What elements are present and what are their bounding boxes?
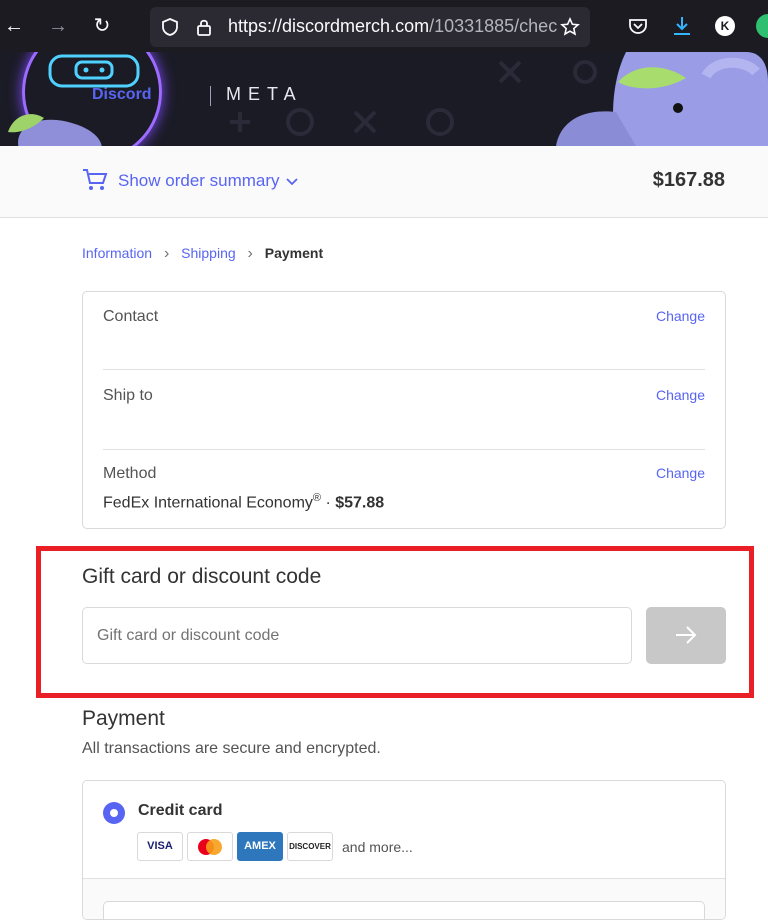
ship-to-label: Ship to: [103, 387, 153, 404]
card-number-field[interactable]: [103, 901, 705, 919]
credit-card-label[interactable]: Credit card: [138, 802, 222, 820]
divider: [103, 449, 705, 450]
method-separator: ·: [321, 494, 336, 512]
plush-left-image: [8, 114, 102, 146]
url-path: /10331885/checko: [429, 16, 558, 36]
address-bar[interactable]: https://discordmerch.com/10331885/checko: [150, 7, 590, 47]
payment-methods-box: Credit card VISA AMEX DISCOVER and more.…: [82, 780, 726, 920]
method-row: Method Change FedEx International Econom…: [103, 465, 705, 515]
shipping-method-value: FedEx International Economy® · $57.88: [103, 492, 384, 512]
profile-avatar[interactable]: K: [715, 16, 735, 36]
partner-logo: META: [226, 84, 303, 104]
chevron-down-icon: [286, 177, 298, 185]
visa-logo-icon: VISA: [137, 832, 183, 861]
shipping-method-name: FedEx International Economy: [103, 494, 313, 512]
change-method-link[interactable]: Change: [656, 465, 705, 481]
plush-right-image: [556, 52, 768, 146]
and-more-label: and more...: [342, 839, 413, 855]
cart-icon[interactable]: [82, 168, 108, 192]
back-icon[interactable]: ←: [0, 12, 28, 40]
breadcrumb-information[interactable]: Information: [82, 245, 152, 261]
store-banner: Discord META: [0, 52, 768, 146]
mastercard-circles: [198, 839, 222, 855]
order-summary-bar: Show order summary $167.88: [0, 146, 768, 218]
divider: [103, 369, 705, 370]
gift-card-heading: Gift card or discount code: [82, 565, 322, 588]
logo-divider: [210, 86, 211, 106]
credit-card-radio[interactable]: [103, 802, 125, 824]
arrow-right-icon: [676, 626, 697, 644]
registered-mark: ®: [312, 492, 321, 504]
shield-icon[interactable]: [160, 17, 180, 37]
mastercard-logo-icon: [187, 832, 233, 861]
url-text: https://discordmerch.com/10331885/checko: [228, 16, 558, 37]
bookmark-star-icon[interactable]: [560, 17, 580, 37]
contact-row: Contact Change: [103, 308, 705, 358]
change-ship-to-link[interactable]: Change: [656, 387, 705, 403]
discover-logo-icon: DISCOVER: [287, 832, 333, 861]
contact-label: Contact: [103, 308, 159, 325]
breadcrumb-shipping[interactable]: Shipping: [181, 245, 236, 261]
url-host: https://discordmerch.com: [228, 16, 430, 36]
radio-dot: [110, 809, 118, 817]
download-icon[interactable]: [670, 14, 694, 38]
apply-discount-button[interactable]: [646, 607, 726, 664]
chevron-right-icon: ›: [163, 245, 170, 262]
extension-icon[interactable]: [756, 14, 768, 38]
reload-icon[interactable]: ↻: [88, 12, 116, 40]
payment-subtitle: All transactions are secure and encrypte…: [82, 740, 381, 757]
breadcrumb-payment: Payment: [264, 245, 324, 261]
method-label: Method: [103, 465, 157, 482]
lock-icon[interactable]: [194, 17, 214, 37]
show-order-summary-toggle[interactable]: Show order summary: [118, 171, 298, 191]
browser-toolbar: ← → ↻ https://discordmerch.com/10331885/…: [0, 0, 768, 52]
payment-heading: Payment: [82, 707, 165, 730]
forward-icon[interactable]: →: [44, 12, 72, 40]
pocket-icon[interactable]: [626, 14, 650, 38]
chevron-right-icon: ›: [247, 245, 253, 262]
order-total: $167.88: [652, 169, 725, 191]
change-contact-link[interactable]: Change: [656, 308, 705, 324]
breadcrumb: Information › Shipping › Payment: [82, 245, 323, 263]
gift-card-input[interactable]: [82, 607, 632, 664]
shipping-method-price: $57.88: [335, 494, 385, 512]
amex-logo-icon: AMEX: [237, 832, 283, 861]
summary-toggle-label: Show order summary: [118, 171, 280, 190]
ship-to-row: Ship to Change: [103, 387, 705, 437]
robot-logo-icon: [48, 54, 140, 88]
checkout-review-box: Contact Change Ship to Change Method Cha…: [82, 291, 726, 529]
card-fields-area: [83, 878, 725, 919]
